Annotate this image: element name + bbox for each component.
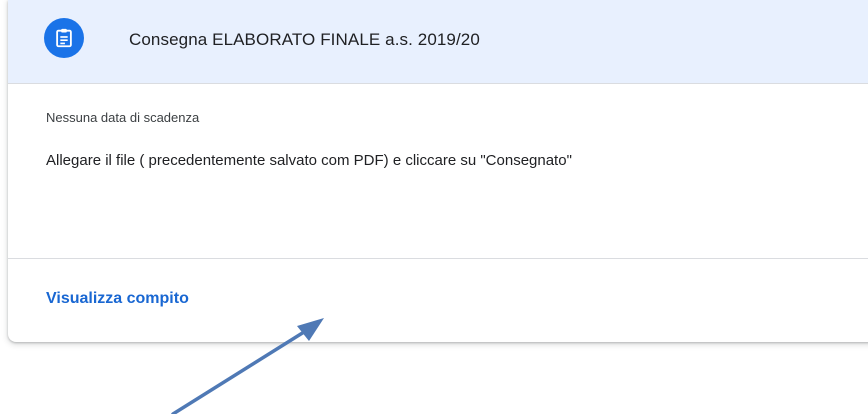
- arrow-icon: [171, 318, 324, 414]
- page: Consegna ELABORATO FINALE a.s. 2019/20 N…: [0, 0, 868, 414]
